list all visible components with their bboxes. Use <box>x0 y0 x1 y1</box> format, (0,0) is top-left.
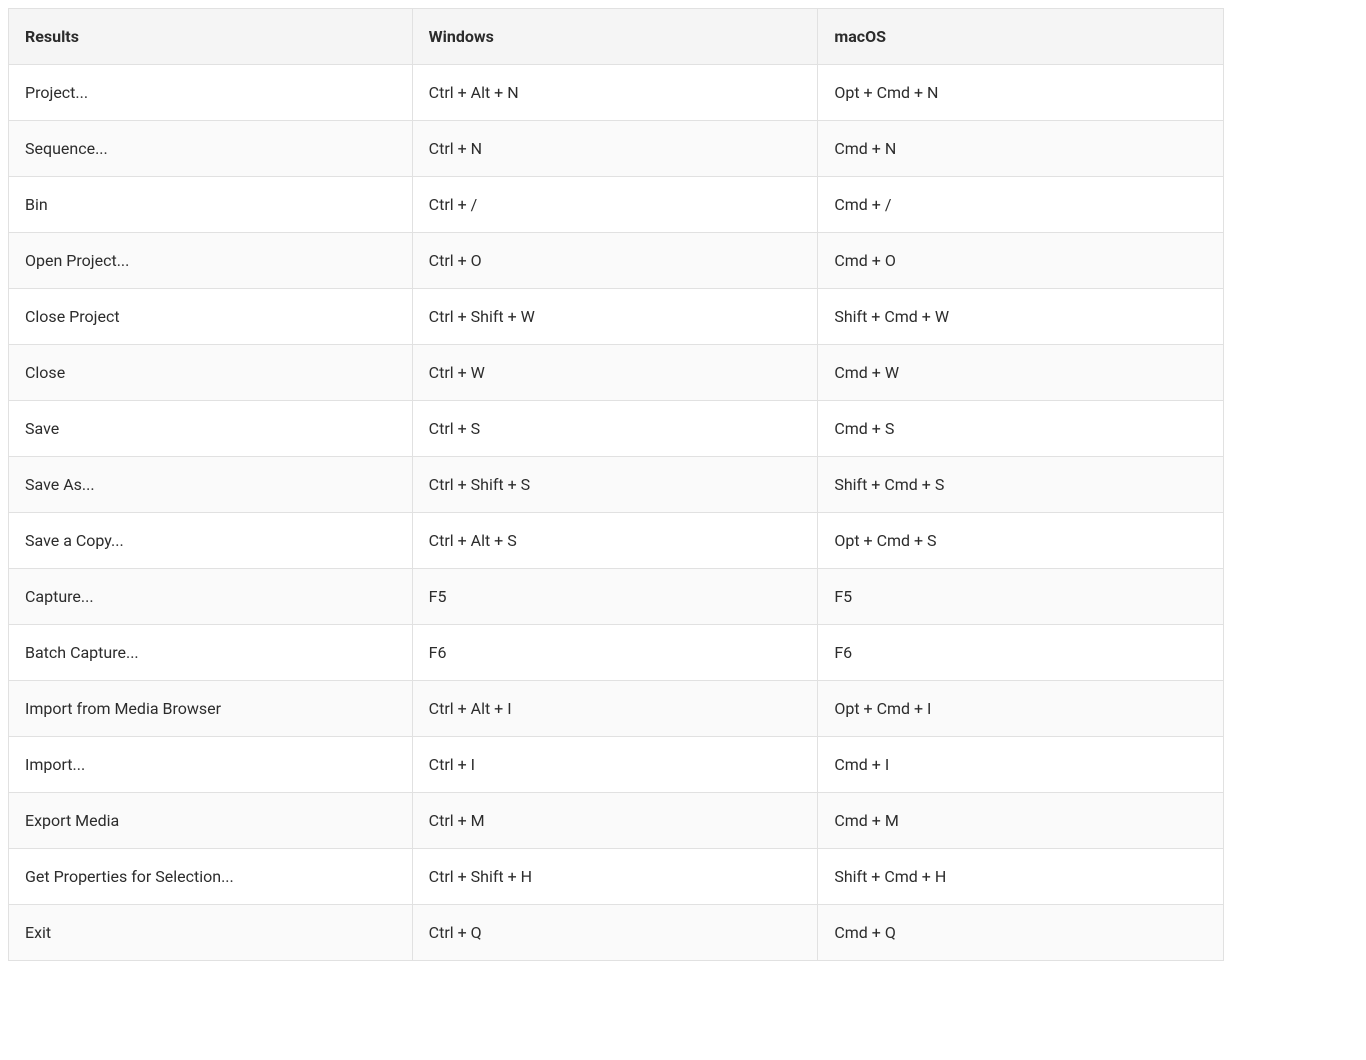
cell-windows: Ctrl + I <box>412 737 818 793</box>
cell-windows: Ctrl + Alt + I <box>412 681 818 737</box>
cell-results: Save <box>9 401 413 457</box>
table-row: Batch Capture... F6 F6 <box>9 625 1224 681</box>
cell-results: Bin <box>9 177 413 233</box>
cell-macos: Cmd + / <box>818 177 1224 233</box>
cell-windows: Ctrl + Q <box>412 905 818 961</box>
cell-macos: Cmd + O <box>818 233 1224 289</box>
cell-windows: Ctrl + Shift + W <box>412 289 818 345</box>
cell-macos: Cmd + S <box>818 401 1224 457</box>
cell-results: Batch Capture... <box>9 625 413 681</box>
cell-macos: Opt + Cmd + S <box>818 513 1224 569</box>
cell-windows: Ctrl + Shift + S <box>412 457 818 513</box>
header-macos: macOS <box>818 9 1224 65</box>
cell-macos: Shift + Cmd + H <box>818 849 1224 905</box>
cell-results: Capture... <box>9 569 413 625</box>
cell-results: Save As... <box>9 457 413 513</box>
cell-results: Get Properties for Selection... <box>9 849 413 905</box>
cell-results: Import... <box>9 737 413 793</box>
cell-macos: Cmd + I <box>818 737 1224 793</box>
table-row: Project... Ctrl + Alt + N Opt + Cmd + N <box>9 65 1224 121</box>
cell-windows: Ctrl + W <box>412 345 818 401</box>
table-row: Export Media Ctrl + M Cmd + M <box>9 793 1224 849</box>
table-row: Close Ctrl + W Cmd + W <box>9 345 1224 401</box>
table-row: Save a Copy... Ctrl + Alt + S Opt + Cmd … <box>9 513 1224 569</box>
cell-macos: F5 <box>818 569 1224 625</box>
cell-macos: Cmd + N <box>818 121 1224 177</box>
table-row: Import... Ctrl + I Cmd + I <box>9 737 1224 793</box>
cell-results: Save a Copy... <box>9 513 413 569</box>
table-row: Save As... Ctrl + Shift + S Shift + Cmd … <box>9 457 1224 513</box>
cell-windows: Ctrl + / <box>412 177 818 233</box>
shortcuts-table: Results Windows macOS Project... Ctrl + … <box>8 8 1224 961</box>
table-row: Sequence... Ctrl + N Cmd + N <box>9 121 1224 177</box>
cell-macos: F6 <box>818 625 1224 681</box>
table-header-row: Results Windows macOS <box>9 9 1224 65</box>
cell-windows: Ctrl + Alt + S <box>412 513 818 569</box>
cell-results: Close Project <box>9 289 413 345</box>
table-row: Capture... F5 F5 <box>9 569 1224 625</box>
cell-macos: Cmd + M <box>818 793 1224 849</box>
cell-windows: Ctrl + M <box>412 793 818 849</box>
cell-macos: Opt + Cmd + I <box>818 681 1224 737</box>
cell-windows: Ctrl + N <box>412 121 818 177</box>
cell-windows: F6 <box>412 625 818 681</box>
cell-results: Project... <box>9 65 413 121</box>
header-windows: Windows <box>412 9 818 65</box>
cell-macos: Opt + Cmd + N <box>818 65 1224 121</box>
cell-results: Exit <box>9 905 413 961</box>
cell-macos: Shift + Cmd + W <box>818 289 1224 345</box>
cell-results: Open Project... <box>9 233 413 289</box>
table-row: Open Project... Ctrl + O Cmd + O <box>9 233 1224 289</box>
cell-results: Sequence... <box>9 121 413 177</box>
header-results: Results <box>9 9 413 65</box>
table-row: Bin Ctrl + / Cmd + / <box>9 177 1224 233</box>
cell-results: Export Media <box>9 793 413 849</box>
table-row: Close Project Ctrl + Shift + W Shift + C… <box>9 289 1224 345</box>
cell-macos: Cmd + Q <box>818 905 1224 961</box>
cell-windows: Ctrl + S <box>412 401 818 457</box>
cell-windows: Ctrl + O <box>412 233 818 289</box>
table-row: Exit Ctrl + Q Cmd + Q <box>9 905 1224 961</box>
table-row: Get Properties for Selection... Ctrl + S… <box>9 849 1224 905</box>
cell-windows: Ctrl + Alt + N <box>412 65 818 121</box>
cell-macos: Shift + Cmd + S <box>818 457 1224 513</box>
table-row: Save Ctrl + S Cmd + S <box>9 401 1224 457</box>
cell-macos: Cmd + W <box>818 345 1224 401</box>
cell-windows: F5 <box>412 569 818 625</box>
table-row: Import from Media Browser Ctrl + Alt + I… <box>9 681 1224 737</box>
cell-results: Close <box>9 345 413 401</box>
cell-windows: Ctrl + Shift + H <box>412 849 818 905</box>
cell-results: Import from Media Browser <box>9 681 413 737</box>
